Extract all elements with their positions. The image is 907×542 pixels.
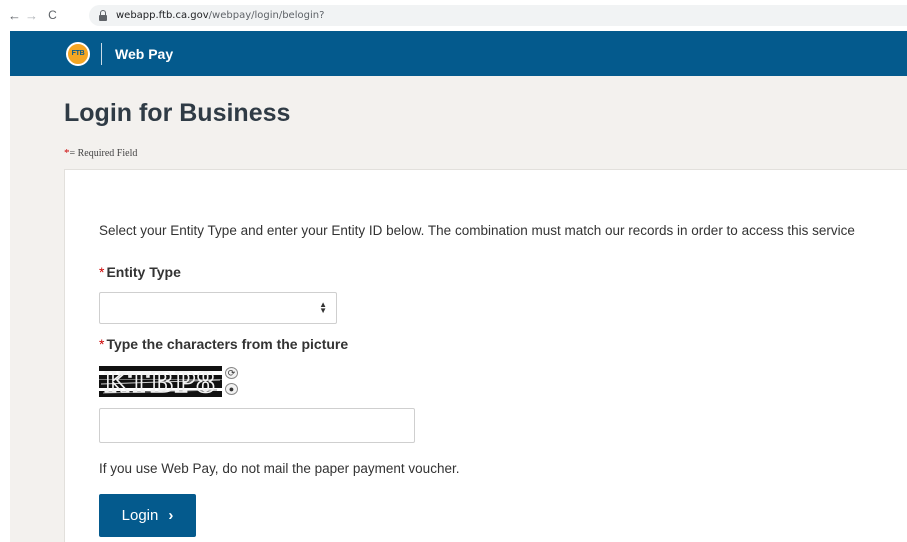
captcha-label: * Type the characters from the picture (99, 336, 348, 352)
page-area: Login for Business *= Required Field Sel… (10, 76, 907, 542)
entity-required-star: * (99, 264, 105, 280)
header-divider (101, 42, 102, 65)
browser-toolbar: ← → C webapp.ftb.ca.gov/webpay/login/bel… (0, 0, 907, 31)
url-text: webapp.ftb.ca.gov/webpay/login/belogin? (116, 10, 324, 21)
url-host: webapp.ftb.ca.gov (116, 10, 209, 21)
entity-type-select[interactable]: ▲ ▼ (99, 292, 337, 324)
instructions-text: Select your Entity Type and enter your E… (99, 223, 855, 238)
login-button[interactable]: Login › (99, 494, 196, 537)
captcha-characters: KTBP8 (104, 368, 216, 397)
forward-arrow-icon[interactable]: → (23, 0, 40, 31)
logo-text: FTB (71, 50, 85, 57)
required-field-note: *= Required Field (64, 147, 137, 159)
left-gutter (0, 31, 10, 542)
captcha-image: KTBP8 (99, 366, 222, 397)
address-bar[interactable]: webapp.ftb.ca.gov/webpay/login/belogin? (89, 5, 907, 26)
required-note-text: = Required Field (69, 148, 138, 159)
url-path: /webpay/login/belogin? (208, 10, 325, 21)
captcha-audio-icon[interactable]: ● (225, 383, 238, 395)
chevron-right-icon: › (168, 507, 174, 524)
captcha-input[interactable] (99, 408, 415, 443)
voucher-note: If you use Web Pay, do not mail the pape… (99, 461, 460, 476)
header-title[interactable]: Web Pay (115, 46, 173, 62)
ftb-logo[interactable]: FTB (66, 41, 90, 66)
lock-icon (98, 9, 108, 22)
captcha-refresh-icon[interactable]: ⟳ (225, 367, 238, 379)
select-arrows-icon: ▲ ▼ (319, 300, 327, 315)
entity-type-label: * Entity Type (99, 264, 181, 280)
reload-icon[interactable]: C (44, 0, 61, 31)
page-title: Login for Business (64, 99, 291, 127)
site-header: FTB Web Pay (10, 31, 907, 76)
login-form-card: Select your Entity Type and enter your E… (64, 169, 907, 542)
back-arrow-icon[interactable]: ← (6, 0, 23, 31)
entity-type-label-text: Entity Type (106, 264, 181, 280)
captcha-area: KTBP8 ⟳ ● (99, 366, 239, 398)
captcha-label-text: Type the characters from the picture (106, 336, 349, 352)
login-button-label: Login (121, 507, 159, 524)
captcha-required-star: * (99, 336, 105, 352)
